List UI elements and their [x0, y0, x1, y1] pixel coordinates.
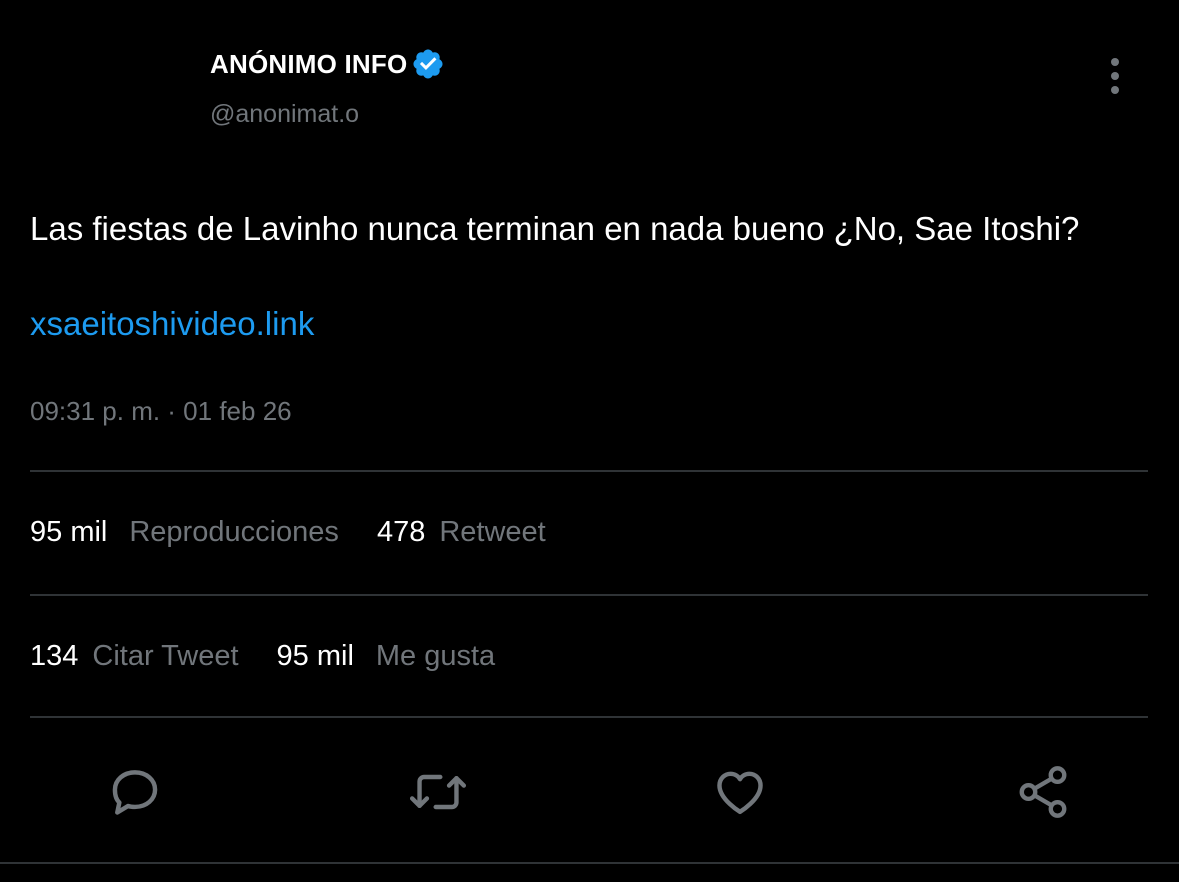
- retweets-label[interactable]: Retweet: [439, 516, 545, 549]
- retweet-button[interactable]: [408, 762, 468, 822]
- likes-stat[interactable]: 95 mil Me gusta: [277, 640, 496, 673]
- author-display-name[interactable]: ANÓNIMO INFO: [210, 49, 407, 80]
- author-handle[interactable]: @anonimat.o: [210, 100, 359, 129]
- retweet-icon: [409, 774, 467, 810]
- reply-button[interactable]: [105, 762, 165, 822]
- divider: [30, 470, 1148, 472]
- more-options-button[interactable]: [1098, 52, 1132, 100]
- retweets-count[interactable]: 478: [377, 516, 425, 549]
- reply-icon: [112, 770, 158, 815]
- stats-row-2: 134 Citar Tweet 95 mil Me gusta: [30, 640, 495, 673]
- views-count: 95 mil: [30, 516, 108, 548]
- tweet-text: Las fiestas de Lavinho nunca terminan en…: [30, 210, 1080, 247]
- tweet-detail: ANÓNIMO INFO @anonimat.o Las fiestas de …: [0, 0, 1179, 882]
- share-icon: [1019, 766, 1067, 818]
- likes-label[interactable]: Me gusta: [376, 640, 495, 673]
- tweet-link[interactable]: xsaeitoshivideo.link: [30, 300, 314, 347]
- retweets-stat[interactable]: 478 Retweet: [377, 516, 546, 549]
- like-button[interactable]: [710, 762, 770, 822]
- divider: [30, 594, 1148, 596]
- author-name-row[interactable]: ANÓNIMO INFO: [210, 44, 445, 84]
- divider: [30, 716, 1148, 718]
- tweet-timestamp[interactable]: 09:31 p. m. · 01 feb 26: [30, 396, 292, 427]
- stats-row-1: 95 mil Reproducciones 478 Retweet: [30, 516, 546, 549]
- likes-count[interactable]: 95 mil: [277, 640, 354, 673]
- share-button[interactable]: [1013, 762, 1073, 822]
- more-vertical-icon: [1111, 58, 1119, 94]
- heart-icon: [717, 771, 763, 815]
- quotes-count[interactable]: 134: [30, 640, 78, 673]
- views-label: Reproducciones: [129, 516, 339, 548]
- divider-bottom: [0, 862, 1179, 864]
- quotes-stat[interactable]: 134 Citar Tweet: [30, 640, 239, 673]
- verified-badge-icon: [411, 47, 445, 81]
- views-stat: 95 mil Reproducciones: [30, 516, 339, 549]
- quotes-label[interactable]: Citar Tweet: [92, 640, 238, 673]
